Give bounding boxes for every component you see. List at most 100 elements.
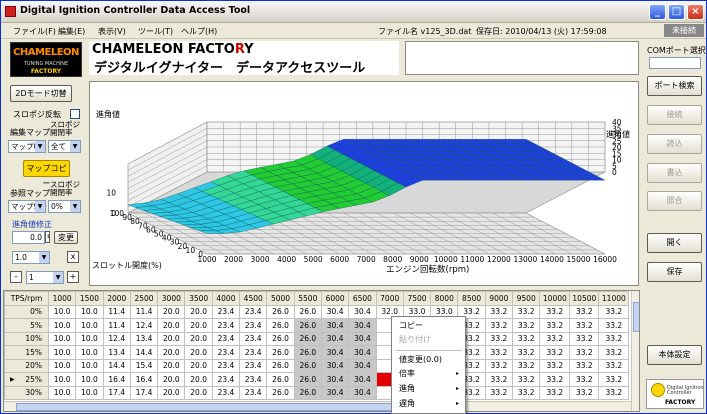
menu-item-value-change[interactable]: 値変更(0.0) [392,353,465,367]
memo-field[interactable] [405,41,639,75]
column-header[interactable]: 1500 [75,291,104,306]
table-cell[interactable]: 33.2 [539,345,571,360]
table-cell[interactable]: 23.4 [239,345,268,360]
close-button[interactable]: × [687,4,704,20]
table-cell[interactable]: 30.4 [320,372,350,387]
table-cell[interactable]: 30.4 [348,331,377,346]
table-cell[interactable]: 23.4 [239,304,268,319]
table-cell[interactable]: 26.0 [266,304,295,319]
table-cell[interactable]: 26.0 [293,318,322,333]
table-cell[interactable]: 10.0 [75,304,104,319]
table-cell[interactable]: 20.0 [184,372,213,387]
plus-button[interactable]: + [67,271,79,283]
vertical-scrollbar[interactable] [631,291,639,411]
table-cell[interactable]: 30.4 [348,372,377,387]
table-cell[interactable]: 33.2 [569,304,600,319]
vscroll-thumb[interactable] [633,302,639,332]
table-cell[interactable]: 23.4 [211,385,241,400]
table-cell[interactable]: 23.4 [239,372,268,387]
column-header[interactable]: 2500 [129,291,159,306]
table-cell[interactable]: 26.0 [293,385,322,400]
table-cell[interactable]: 33.2 [539,318,571,333]
column-header[interactable]: 4000 [211,291,241,306]
column-header[interactable]: 4500 [239,291,268,306]
column-header[interactable]: 3500 [184,291,213,306]
table-cell[interactable]: 33.2 [484,372,514,387]
multiplier-select[interactable]: 1.0 ▼ [12,251,50,264]
ref-map-select[interactable]: マップ9 ▼ [8,200,46,213]
table-cell[interactable]: 33.2 [512,331,541,346]
table-cell[interactable]: 10.0 [47,358,77,373]
column-header[interactable]: 5500 [293,291,322,306]
table-cell[interactable]: 23.4 [239,318,268,333]
table-cell[interactable]: 33.2 [484,358,514,373]
table-cell[interactable]: 33.2 [484,385,514,400]
menu-item-paste[interactable]: 貼り付け [392,333,465,347]
save-button[interactable]: 保存 [647,262,702,282]
table-cell[interactable]: 30.4 [348,345,377,360]
table-cell[interactable]: 20.0 [184,385,213,400]
table-cell[interactable]: 33.2 [598,318,630,333]
table-cell[interactable]: 33.2 [512,345,541,360]
open-button[interactable]: 開く [647,233,702,253]
table-cell[interactable]: 33.2 [598,372,630,387]
table-cell[interactable]: 20.0 [184,318,213,333]
column-header[interactable]: 7000 [375,291,404,306]
column-header[interactable]: 6500 [348,291,377,306]
table-cell[interactable]: 10.0 [75,331,104,346]
table-cell[interactable]: 20.0 [157,358,186,373]
menu-file[interactable]: ファイル(F) [13,26,56,37]
column-header[interactable]: 3000 [157,291,186,306]
table-cell[interactable]: 26.0 [266,358,295,373]
menu-item-multiply[interactable]: 倍率 ▸ [392,367,465,381]
row-header[interactable]: 0% [4,304,49,319]
table-cell[interactable]: 20.0 [157,385,186,400]
table-cell[interactable]: 11.4 [129,304,159,319]
table-cell[interactable]: 33.2 [598,345,630,360]
minus-button[interactable]: - [10,271,22,283]
menu-item-retard[interactable]: 遅角 ▸ [392,397,465,411]
table-cell[interactable]: 33.2 [569,318,600,333]
table-cell[interactable]: 10.0 [75,372,104,387]
write-button[interactable]: 書込 [647,163,702,183]
table-cell[interactable]: 23.4 [239,385,268,400]
read-button[interactable]: 読込 [647,134,702,154]
table-cell[interactable]: 33.2 [598,358,630,373]
table-cell[interactable]: 33.2 [484,331,514,346]
column-header[interactable]: 9000 [484,291,514,306]
multiply-button[interactable]: x [67,251,79,263]
table-cell[interactable]: 20.0 [157,318,186,333]
maximize-button[interactable]: □ [668,4,685,20]
table-cell[interactable]: 23.4 [211,372,241,387]
table-cell[interactable]: 30.4 [320,358,350,373]
table-cell[interactable]: 33.2 [539,372,571,387]
column-header[interactable]: 1000 [47,291,77,306]
table-cell[interactable]: 33.2 [569,385,600,400]
table-cell[interactable]: 33.2 [512,304,541,319]
table-cell[interactable]: 17.4 [129,385,159,400]
table-cell[interactable]: 11.4 [102,304,131,319]
map-copy-button[interactable]: マップコピー [23,160,70,188]
column-header[interactable]: 9500 [512,291,541,306]
menu-tools[interactable]: ツール(T) [138,26,173,37]
table-cell[interactable]: 30.4 [320,318,350,333]
row-header[interactable]: 20% [4,358,49,373]
table-cell[interactable]: 20.0 [184,304,213,319]
column-header[interactable]: 7500 [402,291,432,306]
table-cell[interactable]: 33.2 [512,385,541,400]
table-cell[interactable]: 10.0 [47,345,77,360]
table-cell[interactable]: 23.4 [211,345,241,360]
hscroll-thumb[interactable] [16,403,411,411]
table-cell[interactable]: 30.4 [348,385,377,400]
table-cell[interactable]: 20.0 [184,358,213,373]
table-cell[interactable]: 26.0 [266,372,295,387]
minimize-button[interactable]: _ [649,4,666,20]
column-header[interactable]: 6000 [320,291,350,306]
edit-throttle-select[interactable]: 全て ▼ [48,140,81,153]
table-cell[interactable]: 33.2 [569,345,600,360]
connect-button[interactable]: 接続 [647,105,702,125]
table-cell[interactable]: 20.0 [184,331,213,346]
table-cell[interactable]: 11.4 [102,318,131,333]
table-cell[interactable]: 14.4 [102,358,131,373]
com-port-select[interactable] [649,57,701,69]
